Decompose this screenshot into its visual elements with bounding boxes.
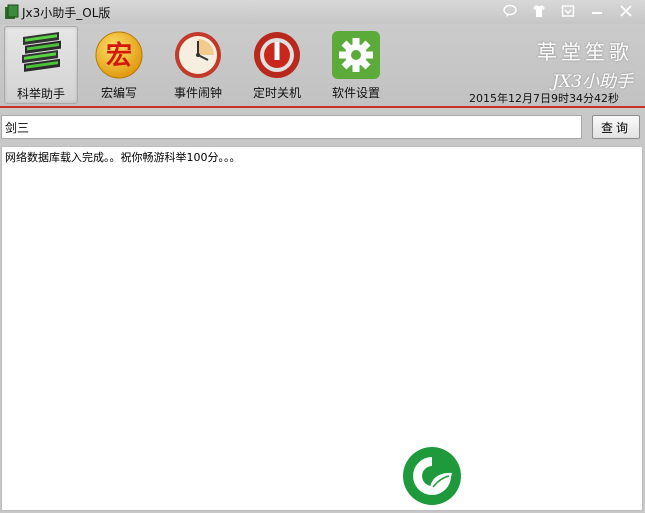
- current-datetime: 2015年12月7日9时34分42秒: [469, 92, 619, 105]
- close-icon: [620, 5, 632, 17]
- query-button[interactable]: 查询: [592, 115, 640, 139]
- tab-keju-helper-label: 科举助手: [16, 87, 65, 101]
- app-icon: [5, 4, 19, 19]
- log-output[interactable]: 网络数据库载入完成。。祝你畅游科举100分。。。: [1, 146, 643, 511]
- minimize-button[interactable]: [584, 1, 610, 21]
- brand-logo: 草堂笙歌 JX3小助手: [537, 36, 633, 92]
- app-window: Jx3小助手_OL版 科举助手 宏 宏编写 事件闹钟 定时关机 软件设置 草堂笙…: [0, 0, 645, 513]
- shirt-icon: [533, 5, 545, 17]
- menu-button[interactable]: [555, 1, 581, 21]
- chat-icon: [503, 4, 517, 17]
- leaf-logo-icon: [403, 447, 461, 505]
- tab-scheduled-shutdown-label: 定时关机: [252, 86, 301, 100]
- gear-icon: [332, 31, 380, 79]
- main-toolbar: 科举助手 宏 宏编写 事件闹钟 定时关机 软件设置 草堂笙歌 JX3小助手 20…: [0, 24, 645, 108]
- tab-macro-editor[interactable]: 宏 宏编写: [83, 26, 155, 102]
- feedback-button[interactable]: [497, 1, 523, 21]
- brand-title: 草堂笙歌: [537, 40, 633, 64]
- clock-icon: [175, 32, 221, 78]
- macro-icon: 宏: [95, 31, 143, 79]
- skin-button[interactable]: [526, 1, 552, 21]
- tab-scheduled-shutdown[interactable]: 定时关机: [241, 26, 313, 102]
- title-bar[interactable]: Jx3小助手_OL版: [0, 0, 645, 24]
- tab-macro-editor-label: 宏编写: [100, 86, 137, 100]
- search-bar: 查询: [0, 108, 645, 144]
- tab-software-settings[interactable]: 软件设置: [320, 26, 392, 102]
- tab-software-settings-label: 软件设置: [331, 86, 380, 100]
- tab-keju-helper[interactable]: 科举助手: [4, 26, 78, 104]
- macro-glyph: 宏: [106, 40, 132, 71]
- tab-event-alarm[interactable]: 事件闹钟: [162, 26, 234, 102]
- books-icon: [22, 31, 61, 72]
- search-input[interactable]: [1, 115, 582, 139]
- log-message: 网络数据库载入完成。。祝你畅游科举100分。。。: [5, 151, 241, 164]
- brand-subtitle: JX3小助手: [552, 72, 633, 92]
- window-title: Jx3小助手_OL版: [22, 6, 111, 20]
- menu-icon: [561, 5, 575, 17]
- minimize-icon: [592, 12, 602, 14]
- power-icon: [254, 32, 300, 78]
- tab-event-alarm-label: 事件闹钟: [173, 86, 222, 100]
- close-button[interactable]: [613, 1, 639, 21]
